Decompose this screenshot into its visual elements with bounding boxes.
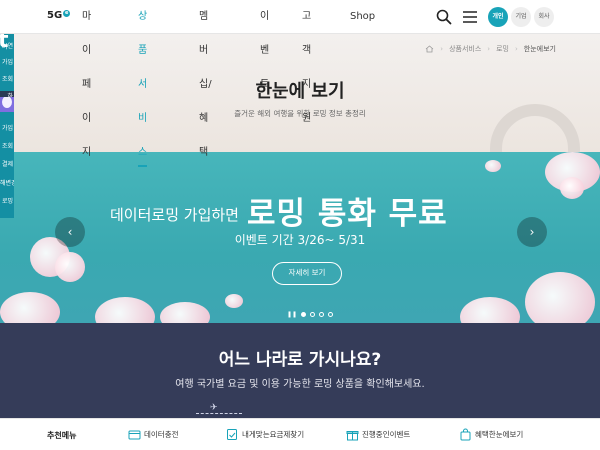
segment-business[interactable]: 기업 [511,7,531,27]
nav-products[interactable]: 상품서비스 [138,0,148,170]
destination-section: 어느 나라로 가시나요? 여행 국가별 요금 및 이용 가능한 로밍 상품을 확… [0,323,600,418]
event-banner: 데이터로밍 가입하면 로밍 통화 무료 이벤트 기간 3/26~ 5/31 자세히… [0,152,600,323]
sidebar-item[interactable]: 가입 [0,123,14,132]
recommend-data-charge[interactable]: 데이터충전 [128,428,179,441]
sidebar-item[interactable]: 로밍 [0,196,14,205]
cherry-blossom-decoration [485,160,501,172]
recommend-item-label: 혜택한눈에보기 [475,430,524,439]
segment-company[interactable]: 회사 [534,7,554,27]
breadcrumb-item[interactable]: 상품서비스 [449,44,481,54]
carousel-indicator: ❚❚ [287,311,334,318]
nav-events[interactable]: 이벤트 [260,0,269,102]
breadcrumb: › 상품서비스 › 로밍 › 한눈에보기 [425,44,556,54]
home-icon[interactable] [425,45,434,53]
gift-icon [346,431,359,441]
document-check-icon [227,429,237,440]
banner-period: 이벤트 기간 3/26~ 5/31 [234,233,366,247]
card-icon [128,430,141,440]
logo-5g[interactable]: 5G e [47,10,71,21]
cherry-blossom-decoration [460,297,520,323]
nav-support[interactable]: 고객지원 [302,0,311,136]
sidebar-item[interactable]: 조회 [0,74,14,83]
shopping-bag-icon [460,428,471,441]
nav-membership[interactable]: 멤버십/혜택 [199,0,212,170]
quick-sidebar: t 0|연 가입 조회 하 가입 조회 결제 해변경 로밍 [0,34,14,218]
recommend-item-label: 내게맞는요금제찾기 [242,430,305,439]
breadcrumb-separator: › [487,45,491,53]
segment-personal[interactable]: 개인 [488,7,508,27]
destination-title: 어느 나라로 가시나요? [218,350,382,370]
nav-mypage[interactable]: 마이페이지 [82,0,91,170]
search-icon[interactable] [436,9,452,25]
chevron-right-icon[interactable]: › [517,217,547,247]
sidebar-item[interactable]: 가입 [0,57,14,66]
recommend-item-label: 진행중인이벤트 [362,430,411,439]
destination-subtitle: 여행 국가별 요금 및 이용 가능한 로밍 상품을 확인해보세요. [175,379,425,390]
breadcrumb-current: 한눈에보기 [523,45,556,53]
menu-icon[interactable] [462,9,478,25]
cherry-blossom-decoration [225,294,243,308]
carousel-dot[interactable] [310,312,316,317]
pause-icon[interactable]: ❚❚ [287,311,297,318]
sidebar-item[interactable]: 하 [0,91,14,97]
breadcrumb-item[interactable]: 로밍 [496,44,509,54]
recommend-item-label: 데이터충전 [144,430,179,439]
cherry-blossom-decoration [560,177,584,199]
breadcrumb-separator: › [440,45,444,53]
recommend-label: 추천메뉴 [47,431,77,440]
sidebar-item[interactable]: 조회 [0,141,14,150]
carousel-dot[interactable] [301,312,307,317]
logo-badge: e [63,10,71,17]
top-header: 5G e 마이페이지 상품서비스 멤버십/혜택 이벤트 고객지원 Shop 개인 … [0,0,600,167]
sidebar-item[interactable]: 해변경 [0,178,14,187]
nav-shop[interactable]: Shop [350,0,375,34]
banner-headline: 데이터로밍 가입하면 로밍 통화 무료 [110,188,448,233]
banner-headline-small: 데이터로밍 가입하면 [110,206,239,224]
cherry-blossom-decoration [55,252,85,282]
cherry-blossom-decoration [525,272,595,323]
sidebar-item[interactable]: 0|연 [0,41,14,50]
carousel-dot[interactable] [319,312,325,317]
chevron-left-icon[interactable]: ‹ [55,217,85,247]
cherry-blossom-decoration [95,297,155,323]
flight-path-decoration [196,413,242,414]
cherry-blossom-decoration [160,302,210,323]
recommend-bar: 추천메뉴 데이터충전 내게맞는요금제찾기 진행중인이벤트 혜택한눈에보기 [0,418,600,450]
recommend-plan-finder[interactable]: 내게맞는요금제찾기 [226,428,304,441]
carousel-dot[interactable] [328,312,334,317]
breadcrumb-separator: › [514,45,518,53]
recommend-benefits[interactable]: 혜택한눈에보기 [459,428,523,441]
sidebar-item[interactable]: 결제 [0,159,14,168]
recommend-events[interactable]: 진행중인이벤트 [346,428,410,441]
cherry-blossom-decoration [0,292,60,323]
banner-headline-big: 로밍 통화 무료 [246,196,448,232]
details-button[interactable]: 자세히 보기 [272,262,342,285]
airplane-icon: ✈ [210,403,218,413]
